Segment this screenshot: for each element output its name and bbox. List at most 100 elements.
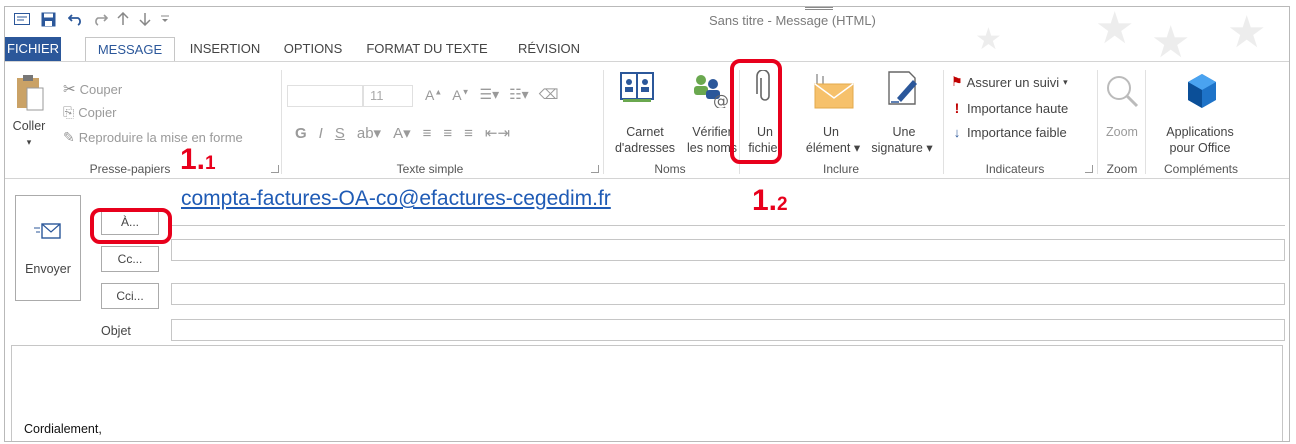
tags-launcher-icon[interactable] bbox=[1085, 165, 1093, 173]
title-bar: Sans titre - Message (HTML) ★ ★ ★ ★ bbox=[5, 7, 1289, 65]
font-size-box[interactable]: 11 bbox=[363, 85, 413, 107]
signature-label-1: Une bbox=[892, 125, 916, 139]
subject-field[interactable] bbox=[171, 319, 1285, 341]
clipboard-launcher-icon[interactable] bbox=[271, 165, 279, 173]
copy-label: Copier bbox=[78, 105, 117, 120]
check-names-button[interactable]: @ bbox=[691, 72, 731, 110]
group-separator bbox=[281, 70, 282, 174]
cut-label: Couper bbox=[79, 81, 123, 97]
clear-format-icon[interactable]: ⌫ bbox=[539, 86, 559, 103]
font-tools-row: A▲ A▼ ☰▾ ☷▾ ⌫ bbox=[425, 86, 558, 103]
group-separator bbox=[1097, 70, 1098, 174]
tab-revision[interactable]: RÉVISION bbox=[503, 37, 595, 61]
step-label-1-2: 1.2 bbox=[752, 184, 788, 217]
follow-up-button[interactable]: ⚑ Assurer un suivi ▾ bbox=[951, 74, 1068, 90]
highlight-to-button bbox=[90, 208, 172, 244]
bullets-icon[interactable]: ☰▾ bbox=[480, 86, 500, 103]
tab-message[interactable]: MESSAGE bbox=[85, 37, 175, 62]
signature-label-2: signature ▾ bbox=[871, 141, 933, 155]
outlook-message-window: Sans titre - Message (HTML) ★ ★ ★ ★ FICH… bbox=[4, 6, 1290, 442]
tab-format-du-texte[interactable]: FORMAT DU TEXTE bbox=[361, 37, 493, 61]
format-painter-icon: ✎ bbox=[63, 129, 75, 145]
copy-icon: ⎘ bbox=[63, 104, 75, 120]
numbering-icon[interactable]: ☷▾ bbox=[509, 86, 529, 103]
office-apps-label-2: pour Office bbox=[1169, 141, 1231, 155]
paste-icon bbox=[17, 75, 44, 111]
arrow-down-icon[interactable] bbox=[137, 11, 153, 27]
office-apps-label-1: Applications bbox=[1166, 125, 1234, 139]
to-recipient-link[interactable]: compta-factures-OA-co@efactures-cegedim.… bbox=[181, 187, 611, 211]
arrow-up-icon[interactable] bbox=[115, 11, 131, 27]
basic-text-launcher-icon[interactable] bbox=[591, 165, 599, 173]
paste-dropdown-icon[interactable]: ▾ bbox=[9, 134, 49, 150]
bold-button[interactable]: G bbox=[295, 125, 307, 142]
follow-up-label: Assurer un suivi bbox=[966, 74, 1060, 90]
tab-options[interactable]: OPTIONS bbox=[275, 37, 351, 61]
font-name-box[interactable] bbox=[287, 85, 363, 107]
arrow-down-icon: ↓ bbox=[953, 125, 961, 140]
office-apps-icon bbox=[1188, 74, 1216, 108]
send-label: Envoyer bbox=[25, 262, 71, 276]
group-label-basic-text: Texte simple bbox=[396, 162, 464, 176]
step-label-1-1: 1.1 bbox=[180, 143, 216, 176]
cc-field[interactable] bbox=[171, 239, 1285, 261]
format-painter-label: Reproduire la mise en forme bbox=[78, 130, 243, 145]
indent-icon[interactable]: ⇤⇥ bbox=[485, 124, 510, 142]
copy-button[interactable]: ⎘ Copier bbox=[63, 104, 117, 121]
tab-insertion[interactable]: INSERTION bbox=[185, 37, 265, 61]
follow-up-dropdown-icon: ▾ bbox=[1063, 76, 1068, 87]
highlight-attach-file bbox=[730, 59, 782, 164]
paste-button[interactable] bbox=[15, 74, 49, 122]
cc-button[interactable]: Cc... bbox=[101, 246, 159, 272]
low-importance-label: Importance faible bbox=[967, 125, 1067, 140]
window-title: Sans titre - Message (HTML) bbox=[709, 13, 876, 28]
format-painter-button[interactable]: ✎ Reproduire la mise en forme bbox=[63, 129, 243, 146]
zoom-label: Zoom bbox=[1106, 125, 1138, 139]
flag-icon: ⚑ bbox=[951, 74, 963, 89]
high-importance-button[interactable]: ! Importance haute bbox=[951, 100, 1069, 116]
undo-icon[interactable] bbox=[67, 11, 85, 27]
window-menu-icon[interactable] bbox=[13, 11, 31, 27]
signature-button[interactable] bbox=[885, 70, 925, 110]
font-color-icon[interactable]: A▾ bbox=[393, 124, 411, 142]
group-label-names: Noms bbox=[654, 162, 686, 176]
shrink-font-icon[interactable]: A▼ bbox=[452, 87, 469, 103]
font-size-value: 11 bbox=[370, 88, 384, 103]
address-book-label-2: d'adresses bbox=[614, 141, 676, 155]
body-text: Cordialement, bbox=[24, 422, 102, 436]
align-right-icon[interactable]: ≡ bbox=[464, 125, 473, 142]
underline-button[interactable]: S bbox=[335, 125, 345, 142]
attach-item-icon bbox=[814, 74, 854, 109]
highlight-icon[interactable]: ab▾ bbox=[357, 124, 381, 142]
cut-button[interactable]: ✂ Couper bbox=[63, 80, 122, 98]
check-names-icon: @ bbox=[694, 75, 729, 110]
scissors-icon: ✂ bbox=[63, 81, 76, 98]
group-label-zoom: Zoom bbox=[1106, 162, 1138, 176]
align-left-icon[interactable]: ≡ bbox=[423, 125, 432, 142]
attach-item-button[interactable] bbox=[811, 72, 857, 110]
redo-icon[interactable] bbox=[91, 11, 109, 27]
group-label-include: Inclure bbox=[822, 162, 860, 176]
bcc-field[interactable] bbox=[171, 283, 1285, 305]
address-book-button[interactable] bbox=[619, 70, 659, 110]
group-separator bbox=[1145, 70, 1146, 174]
customize-qat-icon[interactable] bbox=[159, 11, 171, 27]
bcc-button[interactable]: Cci... bbox=[101, 283, 159, 309]
high-importance-label: Importance haute bbox=[967, 100, 1069, 116]
group-label-addins: Compléments bbox=[1163, 162, 1239, 176]
send-envelope-icon bbox=[34, 223, 61, 239]
italic-button[interactable]: I bbox=[319, 125, 323, 142]
ribbon-tabs: FICHIER MESSAGE INSERTION OPTIONS FORMAT… bbox=[5, 37, 1289, 62]
exclamation-icon: ! bbox=[954, 100, 960, 116]
zoom-button[interactable] bbox=[1105, 74, 1145, 112]
low-importance-button[interactable]: ↓ Importance faible bbox=[951, 125, 1067, 140]
office-apps-button[interactable] bbox=[1185, 72, 1221, 112]
align-center-icon[interactable]: ≡ bbox=[443, 125, 452, 142]
send-button[interactable]: Envoyer bbox=[15, 195, 81, 301]
tab-fichier[interactable]: FICHIER bbox=[5, 37, 61, 61]
save-icon[interactable] bbox=[39, 11, 57, 27]
grow-font-icon[interactable]: A▲ bbox=[425, 87, 442, 103]
group-separator bbox=[943, 70, 944, 174]
message-body[interactable]: Cordialement, bbox=[11, 345, 1283, 441]
signature-icon bbox=[888, 71, 917, 105]
